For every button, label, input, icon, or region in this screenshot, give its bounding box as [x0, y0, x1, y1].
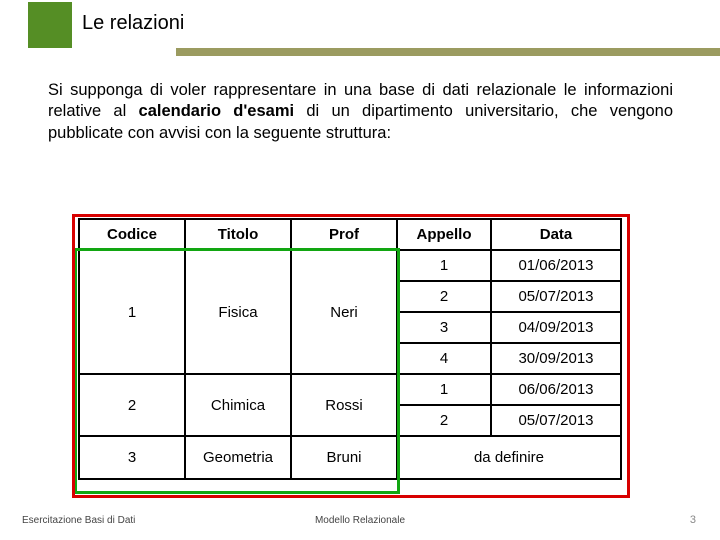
cell-data: 06/06/2013: [492, 375, 620, 405]
cell-data: 30/09/2013: [492, 343, 620, 373]
header-prof: Prof: [291, 219, 397, 250]
cell-appello: 4: [398, 343, 490, 373]
cell-appello: 1: [398, 251, 490, 281]
exam-table: Codice Titolo Prof Appello Data 1 Fisica…: [78, 218, 622, 480]
cell-prof: Bruni: [291, 436, 397, 479]
footer-center: Modello Relazionale: [0, 515, 720, 526]
body-paragraph: Si supponga di voler rappresentare in un…: [48, 80, 673, 144]
body-text-bold: calendario d'esami: [139, 102, 295, 120]
table-header-row: Codice Titolo Prof Appello Data: [79, 219, 621, 250]
accent-block: [28, 2, 72, 48]
cell-codice: 3: [79, 436, 185, 479]
cell-data: 01/06/2013: [492, 251, 620, 281]
cell-appello: 1: [398, 375, 490, 405]
cell-merged-da-definire: da definire: [397, 436, 621, 479]
cell-data-group: 06/06/2013 05/07/2013: [491, 374, 621, 436]
cell-appello-group: 1 2 3 4: [397, 250, 491, 374]
cell-prof: Rossi: [291, 374, 397, 436]
cell-data: 05/07/2013: [492, 405, 620, 435]
footer-page-number: 3: [690, 514, 696, 526]
slide-title: Le relazioni: [82, 12, 184, 35]
header-data: Data: [491, 219, 621, 250]
exam-table-container: Codice Titolo Prof Appello Data 1 Fisica…: [78, 218, 622, 480]
cell-codice: 1: [79, 250, 185, 374]
table-row: 3 Geometria Bruni da definire: [79, 436, 621, 479]
cell-data: 05/07/2013: [492, 281, 620, 312]
table-row: 1 Fisica Neri 1 2 3 4 01/06/2013 05/07/2…: [79, 250, 621, 374]
cell-data-group: 01/06/2013 05/07/2013 04/09/2013 30/09/2…: [491, 250, 621, 374]
cell-codice: 2: [79, 374, 185, 436]
title-underline: [176, 48, 720, 56]
header-codice: Codice: [79, 219, 185, 250]
cell-titolo: Chimica: [185, 374, 291, 436]
table-row: 2 Chimica Rossi 1 2 06/06/2013 05/07/201…: [79, 374, 621, 436]
cell-appello: 2: [398, 405, 490, 435]
cell-appello: 2: [398, 281, 490, 312]
header-titolo: Titolo: [185, 219, 291, 250]
cell-prof: Neri: [291, 250, 397, 374]
cell-appello-group: 1 2: [397, 374, 491, 436]
cell-titolo: Fisica: [185, 250, 291, 374]
cell-titolo: Geometria: [185, 436, 291, 479]
cell-data: 04/09/2013: [492, 312, 620, 343]
cell-appello: 3: [398, 312, 490, 343]
header-appello: Appello: [397, 219, 491, 250]
